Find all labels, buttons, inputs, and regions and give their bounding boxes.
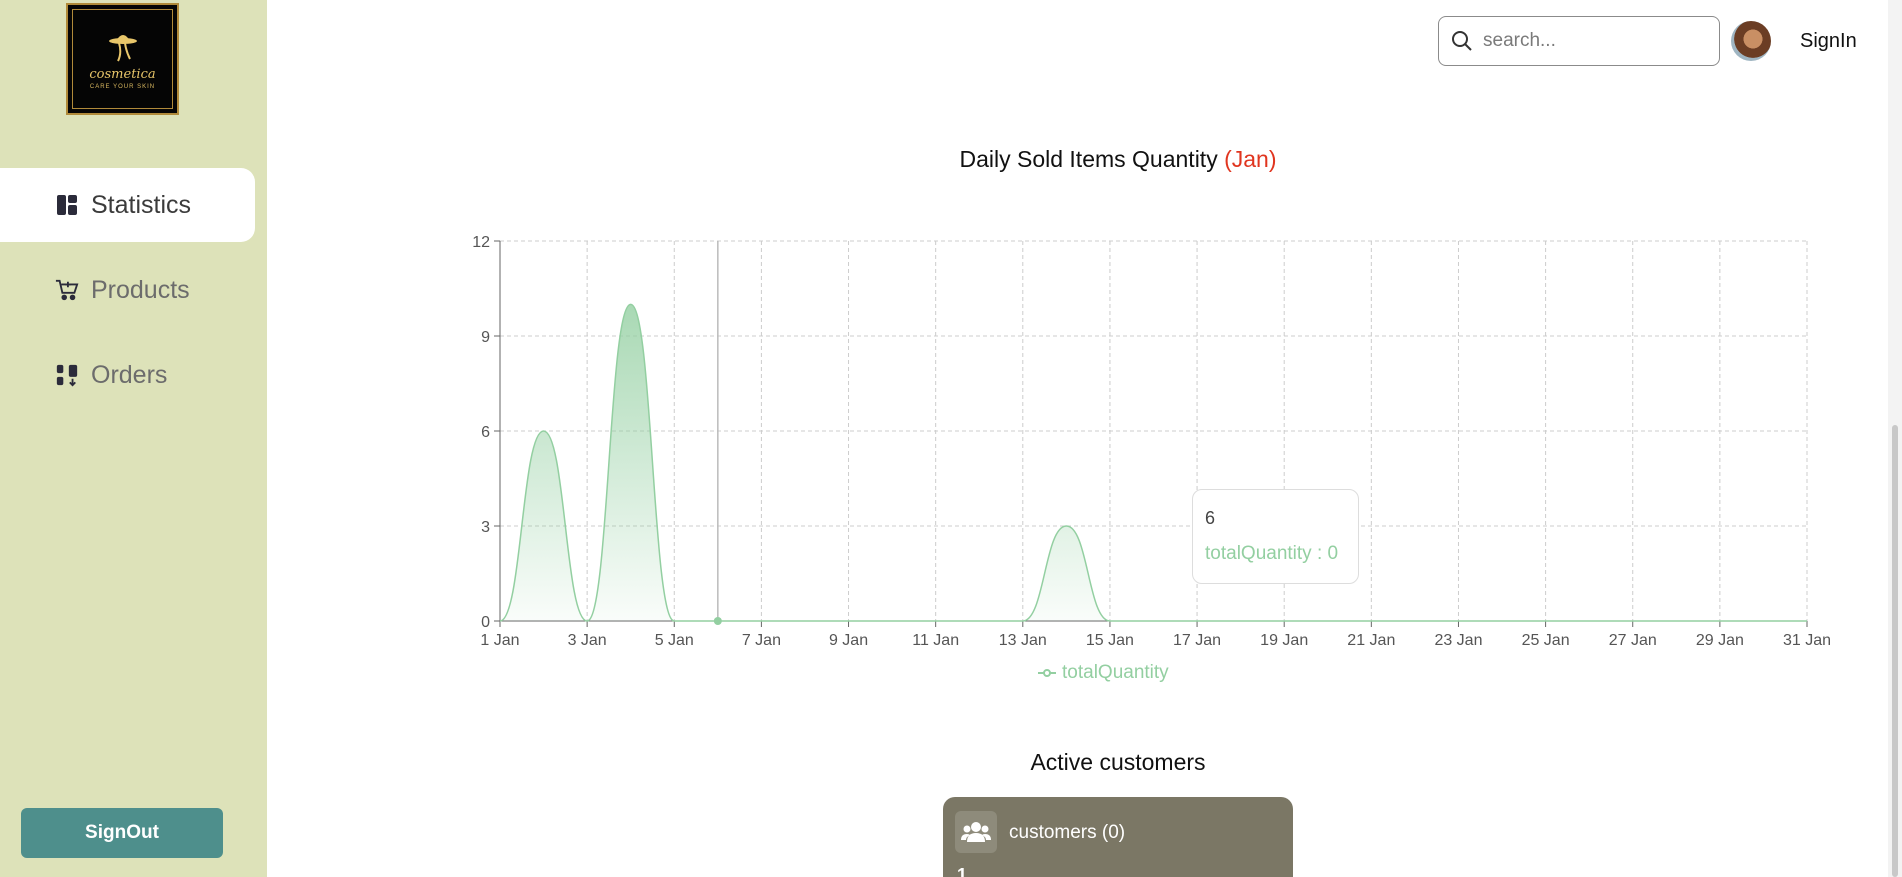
chart-legend[interactable]: totalQuantity bbox=[1038, 662, 1169, 684]
users-icon bbox=[955, 811, 997, 853]
logo-brand-name: cosmetica bbox=[89, 66, 156, 82]
x-tick-label: 11 Jan bbox=[912, 632, 959, 649]
tooltip-value: totalQuantity : 0 bbox=[1205, 543, 1339, 564]
x-tick-label: 7 Jan bbox=[742, 632, 781, 649]
x-tick-label: 23 Jan bbox=[1434, 632, 1482, 649]
logo-tagline: CARE YOUR SKIN bbox=[89, 83, 156, 90]
y-tick-label: 9 bbox=[481, 329, 490, 346]
sidebar-item-label: Statistics bbox=[91, 190, 192, 219]
sidebar-item-orders[interactable]: Orders bbox=[0, 338, 255, 412]
brand-logo[interactable]: cosmetica CARE YOUR SKIN bbox=[66, 3, 179, 115]
cart-icon bbox=[55, 278, 79, 302]
x-tick-label: 21 Jan bbox=[1347, 632, 1395, 649]
chart-title-text: Daily Sold Items Quantity bbox=[959, 146, 1218, 172]
y-tick-label: 12 bbox=[472, 234, 490, 251]
series-line bbox=[499, 303, 1807, 622]
active-dot bbox=[713, 617, 722, 625]
x-tick-label: 29 Jan bbox=[1696, 632, 1744, 649]
sidebar-item-statistics[interactable]: Statistics bbox=[0, 168, 255, 242]
chart-title: Daily Sold Items Quantity (Jan) bbox=[0, 146, 1902, 173]
x-tick-label: 25 Jan bbox=[1522, 632, 1570, 649]
signin-link[interactable]: SignIn bbox=[1800, 30, 1857, 53]
hat-lady-icon bbox=[108, 34, 137, 61]
x-tick-label: 9 Jan bbox=[829, 632, 868, 649]
sidebar-item-label: Orders bbox=[91, 360, 168, 389]
tooltip-label: 6 bbox=[1205, 508, 1216, 528]
x-tick-label: 13 Jan bbox=[999, 632, 1047, 649]
dashboard-icon bbox=[55, 193, 79, 217]
sidebar: cosmetica CARE YOUR SKIN Statistics Prod… bbox=[0, 0, 267, 877]
search-box[interactable] bbox=[1438, 16, 1720, 66]
customers-label: customers (0) bbox=[1009, 822, 1126, 843]
x-tick-label: 15 Jan bbox=[1086, 632, 1134, 649]
avatar[interactable] bbox=[1731, 21, 1771, 61]
daily-sold-chart[interactable]: 0 3 6 9 12 1 Jan 3 Jan 5 Jan 7 Jan 9 Jan 11 Jan 13 … bbox=[450, 225, 1830, 655]
x-tick-label: 1 Jan bbox=[480, 632, 519, 649]
search-icon bbox=[1452, 31, 1472, 51]
x-tick-label: 27 Jan bbox=[1609, 632, 1657, 649]
x-tick-label: 31 Jan bbox=[1783, 632, 1830, 649]
customers-count: 1 bbox=[957, 865, 968, 877]
orders-icon bbox=[55, 363, 79, 387]
sidebar-item-label: Products bbox=[91, 275, 190, 304]
x-tick-label: 3 Jan bbox=[568, 632, 607, 649]
legend-line-icon bbox=[1038, 669, 1056, 677]
customers-card[interactable]: customers (0) 1 bbox=[943, 797, 1293, 877]
x-tick-label: 17 Jan bbox=[1173, 632, 1221, 649]
logo-frame: cosmetica CARE YOUR SKIN bbox=[72, 9, 173, 109]
chart-title-month: (Jan) bbox=[1224, 146, 1277, 172]
chart-tooltip: 6 totalQuantity : 0 bbox=[1192, 489, 1359, 584]
signout-button[interactable]: SignOut bbox=[21, 808, 223, 858]
sidebar-item-products[interactable]: Products bbox=[0, 253, 255, 327]
y-tick-label: 6 bbox=[481, 424, 490, 441]
x-tick-label: 5 Jan bbox=[655, 632, 694, 649]
y-tick-label: 0 bbox=[481, 614, 490, 631]
series-area bbox=[500, 304, 1807, 621]
y-tick-label: 3 bbox=[481, 519, 490, 536]
search-input[interactable] bbox=[1483, 30, 1703, 52]
scrollbar-thumb[interactable] bbox=[1892, 425, 1898, 877]
customers-title: Active customers bbox=[1030, 749, 1206, 775]
legend-label: totalQuantity bbox=[1062, 662, 1169, 683]
x-tick-label: 19 Jan bbox=[1260, 632, 1308, 649]
